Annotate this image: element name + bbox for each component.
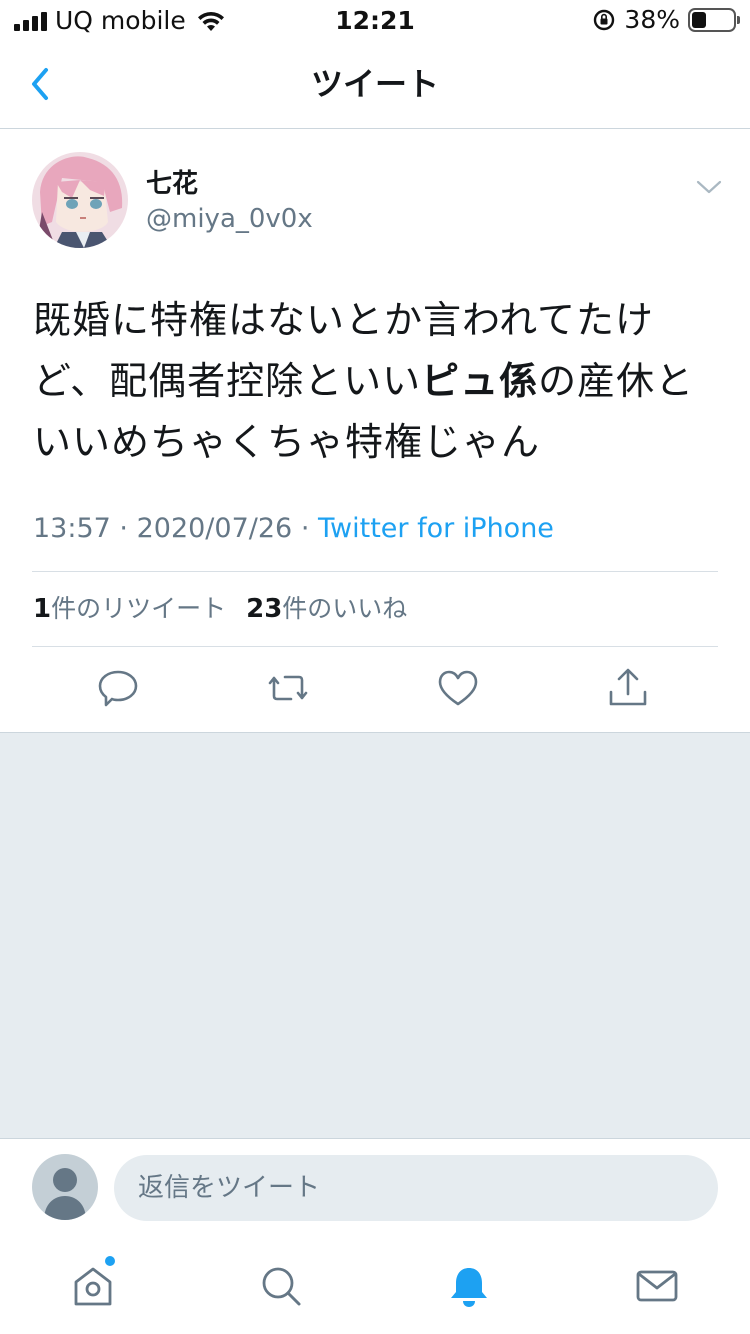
tweet-time: 13:57: [33, 513, 111, 544]
retweet-count-label: 件のリツイート: [51, 594, 227, 623]
notifications-icon[interactable]: [447, 1264, 491, 1308]
reply-input[interactable]: [114, 1155, 718, 1221]
page-title: ツイート: [310, 65, 439, 103]
like-count-label: 件のいいね: [282, 594, 408, 623]
battery-percent: 38%: [624, 5, 680, 34]
home-icon[interactable]: [71, 1264, 115, 1308]
reply-bar: [0, 1138, 750, 1234]
new-content-dot: [105, 1256, 115, 1266]
tweet-stats: 1件のリツイート 23件のいいね: [33, 593, 427, 625]
tweet-text-bold: ピュ係: [421, 359, 539, 403]
status-bar: UQ mobile 12:21 38%: [0, 0, 750, 40]
empty-replies-area: [0, 732, 750, 1138]
default-avatar-icon: [44, 1168, 86, 1220]
tweet-text-line: ど、配偶者控除といいピュ係の産休と: [33, 351, 723, 412]
reply-icon[interactable]: [96, 666, 140, 710]
tweet-meta: 13:57 · 2020/07/26 · Twitter for iPhone: [33, 512, 554, 546]
retweet-count-link[interactable]: 1件のリツイート: [33, 593, 226, 625]
status-right: 38%: [592, 5, 740, 34]
messages-icon[interactable]: [635, 1264, 679, 1308]
meta-separator: ·: [119, 513, 128, 544]
tweet-text-line: いいめちゃくちゃ特権じゃん: [33, 420, 541, 464]
tab-bar: [0, 1234, 750, 1334]
tweet-date: 2020/07/26: [136, 513, 293, 544]
tweet-actions: [0, 666, 750, 712]
battery-fill: [692, 12, 707, 28]
tweet-text-line: 既婚に特権はないとか言われてたけ: [33, 298, 654, 342]
divider: [32, 571, 718, 572]
divider: [32, 646, 718, 647]
nav-header: ツイート: [0, 40, 750, 129]
avatar[interactable]: [32, 152, 128, 248]
user-avatar-placeholder: [32, 1154, 98, 1220]
like-icon[interactable]: [436, 666, 480, 710]
tweet-text-segment: の産休と: [538, 359, 695, 403]
retweet-count: 1: [33, 594, 52, 624]
like-count-link[interactable]: 23件のいいね: [246, 593, 407, 625]
battery-icon: [688, 8, 740, 32]
like-count: 23: [246, 594, 283, 624]
display-name[interactable]: 七花: [146, 168, 198, 200]
orientation-lock-icon: [594, 9, 615, 31]
tweet-text: 既婚に特権はないとか言われてたけ ど、配偶者控除といいピュ係の産休と いいめちゃ…: [33, 290, 723, 473]
search-icon[interactable]: [259, 1264, 303, 1308]
tweet-text-segment: ど、配偶者控除といい: [33, 359, 422, 403]
meta-separator: ·: [300, 513, 310, 544]
avatar-image: [32, 152, 128, 248]
share-icon[interactable]: [606, 666, 650, 710]
caret-down-icon[interactable]: [694, 172, 724, 202]
tweet-detail: 七花 @miya_0v0x 既婚に特権はないとか言われてたけ ど、配偶者控除とい…: [0, 130, 750, 732]
retweet-icon[interactable]: [266, 666, 310, 710]
user-handle[interactable]: @miya_0v0x: [146, 203, 313, 235]
tweet-source-link[interactable]: Twitter for iPhone: [318, 513, 554, 544]
